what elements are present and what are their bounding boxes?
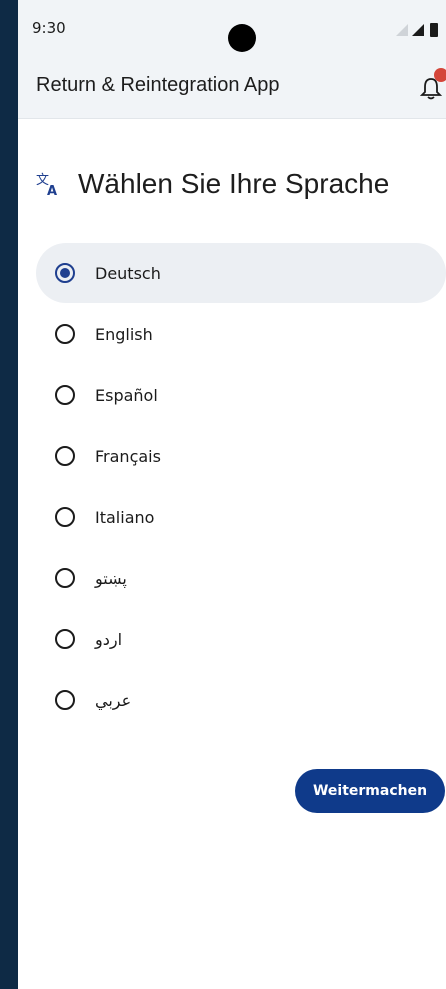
status-time: 9:30 <box>32 19 66 37</box>
language-option-francais[interactable]: Français <box>36 426 446 486</box>
language-option-arabic[interactable]: عربي <box>36 670 446 730</box>
language-list: Deutsch English Español Français Italian… <box>36 243 446 731</box>
language-option-pashto[interactable]: پښتو <box>36 548 446 608</box>
language-label: Français <box>95 446 161 466</box>
language-option-english[interactable]: English <box>36 304 446 364</box>
language-label: پښتو <box>95 568 127 588</box>
translate-icon: 文 A <box>36 173 57 197</box>
page-title: Wählen Sie Ihre Sprache <box>78 168 390 199</box>
radio-button[interactable] <box>55 385 75 405</box>
radio-button[interactable] <box>55 446 75 466</box>
language-label: Italiano <box>95 507 155 527</box>
language-option-espanol[interactable]: Español <box>36 365 446 425</box>
signal-battery-icon <box>396 23 438 37</box>
language-label: Español <box>95 385 158 405</box>
page-heading: 文 A Wählen Sie Ihre Sprache <box>36 164 389 204</box>
phone-screen: 9:30 Return & Reintegration App 文 A Wähl… <box>18 0 446 989</box>
camera-cutout <box>228 24 256 52</box>
radio-button[interactable] <box>55 507 75 527</box>
language-label: عربي <box>95 690 132 710</box>
radio-button[interactable] <box>55 324 75 344</box>
radio-button-selected[interactable] <box>55 263 75 283</box>
app-bar: Return & Reintegration App <box>18 56 446 119</box>
app-title: Return & Reintegration App <box>36 74 280 96</box>
radio-button[interactable] <box>55 568 75 588</box>
radio-button[interactable] <box>55 690 75 710</box>
radio-button[interactable] <box>55 629 75 649</box>
language-option-italiano[interactable]: Italiano <box>36 487 446 547</box>
language-option-urdu[interactable]: اردو <box>36 609 446 669</box>
language-label: اردو <box>95 629 123 649</box>
svg-text:A: A <box>47 184 57 197</box>
language-label: English <box>95 324 153 344</box>
notification-badge <box>434 68 446 82</box>
language-label: Deutsch <box>95 263 161 283</box>
language-option-deutsch[interactable]: Deutsch <box>36 243 446 303</box>
continue-button[interactable]: Weitermachen <box>295 769 445 813</box>
status-bar: 9:30 <box>18 0 446 56</box>
